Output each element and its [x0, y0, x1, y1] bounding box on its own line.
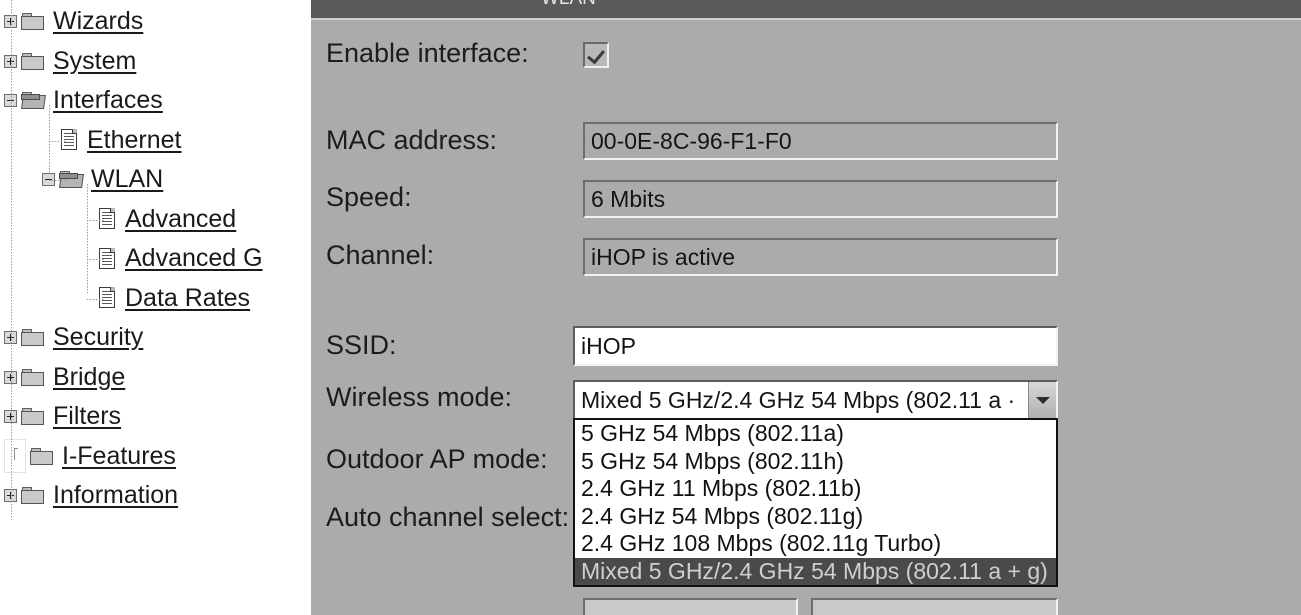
sidebar-item-wizards[interactable]: Wizards [4, 2, 143, 42]
sidebar-item-label[interactable]: System [53, 47, 136, 76]
sidebar-item-label[interactable]: Security [53, 323, 143, 352]
tree-line [49, 105, 50, 174]
sidebar-item-information[interactable]: Information [4, 476, 178, 516]
tree-line [87, 219, 105, 221]
sidebar-item-label[interactable]: Advanced G [125, 244, 263, 273]
sidebar-item-label[interactable]: WLAN [91, 165, 163, 194]
tree-line [87, 184, 88, 293]
sidebar-item-label[interactable]: Wizards [53, 7, 143, 36]
speed-field: 6 Mbits [583, 180, 1058, 218]
dropdown-option[interactable]: 5 GHz 54 Mbps (802.11h) [575, 448, 1056, 476]
panel-title: WLAN [541, 0, 596, 10]
dropdown-option[interactable]: 2.4 GHz 54 Mbps (802.11g) [575, 503, 1056, 531]
check-icon [587, 45, 605, 65]
sidebar-item-label[interactable]: Information [53, 481, 178, 510]
folder-closed-icon [21, 407, 46, 426]
mac-address-label: MAC address: [326, 125, 498, 155]
ssid-input[interactable]: iHOP [573, 326, 1058, 366]
sidebar-item-security[interactable]: Security [4, 318, 143, 358]
enable-interface-checkbox[interactable] [583, 42, 609, 68]
speed-label: Speed: [326, 182, 412, 212]
folder-closed-icon [30, 447, 55, 466]
sidebar-item-label[interactable]: I-Features [62, 442, 176, 471]
ssid-label: SSID: [326, 330, 397, 360]
tree-line [11, 0, 12, 520]
tree-line [49, 180, 67, 181]
sidebar-item-advanced-g[interactable]: Advanced G [80, 239, 263, 279]
sidebar-item-system[interactable]: System [4, 42, 136, 82]
auto-channel-select-label: Auto channel select: [326, 502, 570, 532]
channel-field: iHOP is active [583, 238, 1058, 276]
wireless-mode-combobox[interactable]: Mixed 5 GHz/2.4 GHz 54 Mbps (802.11 a · [573, 380, 1058, 420]
sidebar-item-label[interactable]: Interfaces [53, 86, 163, 115]
sidebar-item-bridge[interactable]: Bridge [4, 358, 125, 398]
sidebar-item-label[interactable]: Advanced [125, 205, 236, 234]
channel-label: Channel: [326, 240, 435, 270]
wireless-mode-label: Wireless mode: [326, 382, 513, 412]
sidebar-item-label[interactable]: Ethernet [87, 126, 182, 155]
folder-closed-icon [21, 328, 46, 347]
speed-value: 6 Mbits [591, 185, 666, 212]
navigation-sidebar: Wizards System Interfaces Ethernet WLAN Advan… [0, 0, 311, 615]
panel-titlebar: WLAN [311, 0, 1301, 20]
tree-spacer [4, 439, 26, 474]
folder-closed-icon [21, 486, 46, 505]
sidebar-item-label[interactable]: Bridge [53, 363, 125, 392]
sidebar-item-data-rates[interactable]: Data Rates [80, 279, 250, 319]
mac-address-value: 00-0E-8C-96-F1-F0 [591, 127, 792, 154]
folder-closed-icon [21, 12, 46, 31]
dropdown-option[interactable]: 2.4 GHz 11 Mbps (802.11b) [575, 475, 1056, 503]
sidebar-item-i-features[interactable]: I-Features [4, 437, 176, 477]
outdoor-ap-mode-field[interactable] [583, 598, 798, 615]
sidebar-item-filters[interactable]: Filters [4, 397, 121, 437]
dropdown-option[interactable]: 2.4 GHz 108 Mbps (802.11g Turbo) [575, 530, 1056, 558]
channel-value: iHOP is active [591, 243, 736, 270]
sidebar-item-interfaces[interactable]: Interfaces [4, 81, 163, 121]
dropdown-option[interactable]: 5 GHz 54 Mbps (802.11a) [575, 420, 1056, 448]
tree-line [49, 140, 67, 142]
ssid-value: iHOP [581, 332, 636, 359]
folder-closed-icon [21, 52, 46, 71]
chevron-down-icon[interactable] [1028, 382, 1056, 418]
sidebar-item-label[interactable]: Filters [53, 402, 121, 431]
enable-interface-label: Enable interface: [326, 38, 529, 68]
tree-line [87, 298, 105, 300]
wireless-mode-selected-text: Mixed 5 GHz/2.4 GHz 54 Mbps (802.11 a · [581, 386, 1016, 413]
folder-open-icon [21, 91, 46, 110]
dropdown-option[interactable]: Mixed 5 GHz/2.4 GHz 54 Mbps (802.11 a + … [575, 557, 1056, 585]
wlan-settings-panel: WLAN Enable interface: MAC address: 00-0… [311, 0, 1301, 615]
mac-address-field: 00-0E-8C-96-F1-F0 [583, 122, 1058, 160]
folder-closed-icon [21, 368, 46, 387]
outdoor-ap-mode-label: Outdoor AP mode: [326, 444, 548, 474]
wireless-mode-dropdown-list[interactable]: 5 GHz 54 Mbps (802.11a) 5 GHz 54 Mbps (80… [573, 418, 1058, 587]
auto-channel-select-field[interactable] [811, 598, 1058, 615]
sidebar-item-label[interactable]: Data Rates [125, 284, 250, 313]
tree-line [87, 259, 105, 260]
